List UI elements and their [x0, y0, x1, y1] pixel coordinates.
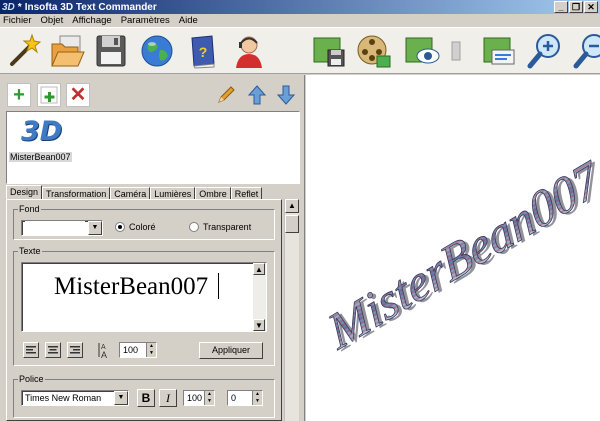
chevron-down-icon: ▼ [114, 391, 128, 405]
minimize-button[interactable]: _ [554, 1, 568, 13]
letter-spacing-spinner[interactable]: 0 ▲ ▼ [227, 390, 263, 406]
title-bar[interactable]: 3D * Insofta 3D Text Commander _ ❐ ✕ [0, 0, 600, 14]
text-caret [218, 273, 219, 299]
radio-transparent-dot [189, 222, 199, 232]
left-panel: + ✕ 3D MisterBean007 Design Transformati… [0, 75, 305, 421]
align-center-button[interactable] [45, 342, 61, 358]
zoom-in-icon[interactable] [526, 32, 564, 70]
align-left-button[interactable] [23, 342, 39, 358]
arrow-up-icon [247, 85, 267, 105]
scroll-thumb[interactable] [285, 215, 299, 233]
app-icon[interactable]: 3D [2, 2, 15, 13]
menu-aide[interactable]: Aide [179, 15, 198, 26]
font-size-value: 100 [187, 393, 203, 403]
spinner-arrows-icon[interactable]: ▲ ▼ [204, 391, 214, 405]
save-image-icon[interactable] [310, 32, 348, 70]
help-book-icon[interactable]: ? [184, 32, 222, 70]
maximize-button[interactable]: ❐ [569, 1, 583, 13]
arrow-down-icon [276, 85, 296, 105]
radio-colore-dot [115, 222, 125, 232]
title-prefix: * [17, 1, 22, 13]
add-object-button[interactable]: + [7, 83, 31, 107]
scroll-down-icon[interactable]: ▼ [253, 319, 265, 331]
preview-eye-icon[interactable] [402, 32, 440, 70]
spinner-arrows-icon[interactable]: ▲ ▼ [146, 343, 156, 357]
preview-canvas[interactable]: MisterBean007 MisterBean007 MisterBean00… [306, 75, 600, 421]
font-family-select[interactable]: Times New Roman ▼ [21, 390, 129, 406]
font-family-value: Times New Roman [25, 393, 102, 403]
align-center-icon [48, 346, 58, 354]
radio-colore[interactable]: Coloré [115, 222, 156, 232]
plus-icon: + [13, 84, 25, 106]
tab-design[interactable]: Design [6, 185, 43, 200]
scroll-up-icon[interactable]: ▲ [253, 263, 265, 275]
open-folder-icon[interactable] [48, 32, 86, 70]
text-scale-spinner[interactable]: 100 ▲ ▼ [119, 342, 157, 358]
align-right-button[interactable] [67, 342, 83, 358]
text-scale-value: 100 [123, 345, 139, 355]
italic-button[interactable]: I [159, 389, 177, 407]
text-input[interactable]: MisterBean007 ▲ ▼ [21, 262, 267, 332]
spinner-arrows-icon[interactable]: ▲ ▼ [252, 391, 262, 405]
move-up-button[interactable] [245, 83, 269, 107]
apply-button[interactable]: Appliquer [199, 342, 263, 359]
rename-object-button[interactable] [214, 83, 238, 107]
letter-spacing-value: 0 [231, 393, 237, 403]
move-down-button[interactable] [274, 83, 298, 107]
radio-transparent-label: Transparent [203, 222, 252, 232]
bold-button[interactable]: B [137, 389, 155, 407]
texte-legend: Texte [19, 246, 41, 256]
menu-objet[interactable]: Objet [41, 15, 64, 26]
preview-text-stripes: MisterBean007 [319, 149, 600, 361]
delete-object-button[interactable]: ✕ [66, 83, 90, 107]
radio-transparent[interactable]: Transparent [189, 222, 251, 232]
zoom-out-icon[interactable] [572, 32, 600, 70]
background-color-select[interactable]: ▼ [21, 220, 103, 236]
font-size-spinner[interactable]: 100 ▲ ▼ [183, 390, 215, 406]
export-icon[interactable] [480, 32, 518, 70]
menu-parametres[interactable]: Paramètres [121, 15, 170, 26]
delete-x-icon: ✕ [69, 84, 87, 106]
globe-icon[interactable] [138, 32, 176, 70]
save-floppy-icon[interactable] [92, 32, 130, 70]
svg-text:?: ? [199, 44, 208, 60]
menu-fichier[interactable]: Fichier [3, 15, 32, 26]
scroll-up-icon[interactable]: ▲ [285, 199, 299, 213]
text-scale-icon: A A [97, 341, 113, 360]
object-list[interactable]: 3D MisterBean007 [6, 111, 300, 184]
object-label: MisterBean007 [9, 152, 72, 162]
window-title: Insofta 3D Text Commander [24, 1, 157, 13]
wizard-wand-icon[interactable] [4, 32, 42, 70]
main-toolbar: ? [0, 28, 600, 74]
support-agent-icon[interactable] [230, 32, 268, 70]
render-film-icon[interactable] [355, 32, 393, 70]
close-button[interactable]: ✕ [584, 1, 598, 13]
police-legend: Police [19, 374, 44, 384]
menu-bar: Fichier Objet Affichage Paramètres Aide [0, 14, 600, 28]
menu-affichage[interactable]: Affichage [72, 15, 111, 26]
svg-text:A: A [101, 350, 107, 359]
align-left-icon [26, 346, 36, 354]
radio-colore-label: Coloré [129, 222, 156, 232]
property-tabs: Design Transformation Caméra Lumières Om… [6, 185, 263, 200]
text-input-value: MisterBean007 [54, 273, 209, 300]
add-object-copy-button[interactable] [37, 83, 61, 107]
pencil-icon [218, 86, 235, 103]
background-color-swatch [25, 221, 85, 231]
object-thumbnail: 3D [21, 116, 63, 147]
panel-scrollbar[interactable]: ▲ [284, 199, 299, 421]
toolbar-separator [448, 32, 464, 70]
preview-3d-text: MisterBean007 MisterBean007 MisterBean00… [319, 148, 600, 362]
fond-legend: Fond [19, 204, 40, 214]
add-copy-icon [40, 86, 58, 104]
design-panel: Fond ▼ Coloré Transparent Texte MisterBe… [6, 199, 282, 421]
chevron-down-icon: ▼ [88, 221, 102, 235]
text-scrollbar[interactable]: ▲ ▼ [253, 263, 266, 331]
align-right-icon [70, 346, 80, 354]
